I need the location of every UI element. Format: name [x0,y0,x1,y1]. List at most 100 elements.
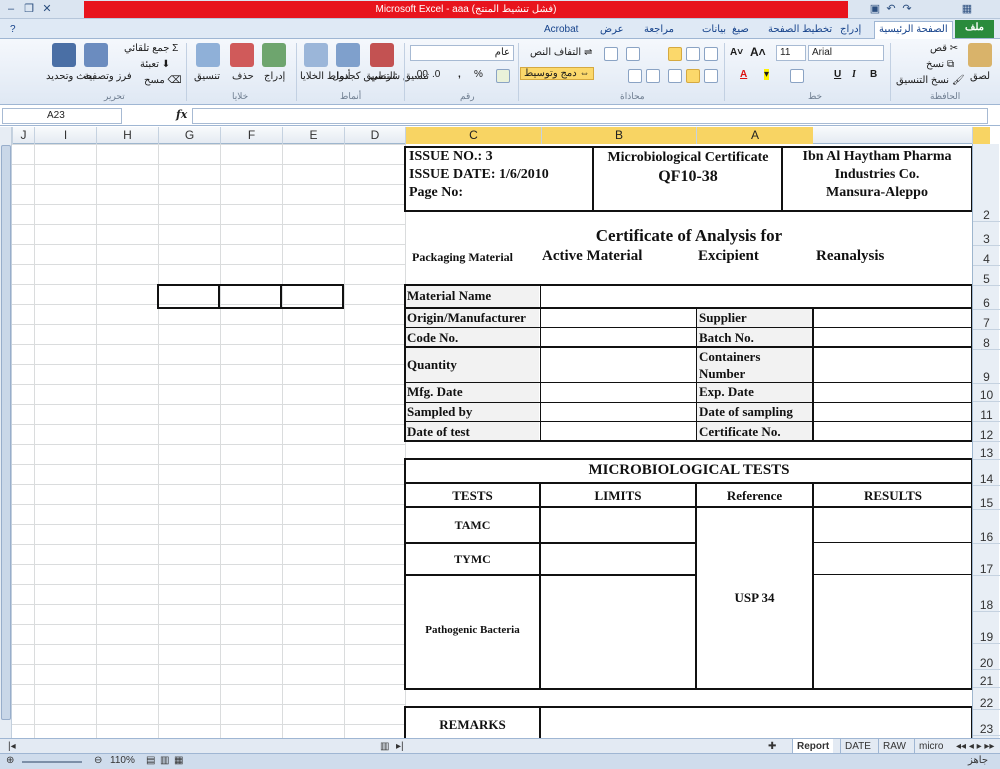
vertical-scrollbar[interactable] [0,127,12,738]
bold-button[interactable]: B [870,69,877,80]
column-header-i[interactable]: I [34,127,96,144]
tab-page-layout[interactable]: تخطيط الصفحة [764,22,836,38]
format-cells-button[interactable]: تنسيق [194,71,220,82]
save-icon[interactable]: ▣ [868,2,882,16]
align-left-icon[interactable] [668,69,682,83]
new-sheet-icon[interactable]: ✚ [764,739,780,754]
clear-button[interactable]: مسح ⌫ [144,75,182,86]
zoom-level[interactable]: 110% [110,755,135,766]
cell-format-icon[interactable] [196,43,220,67]
fx-icon[interactable]: fx [176,108,187,121]
empty-bordered-range[interactable] [157,284,344,309]
row-header-7[interactable]: 7 [973,310,1000,330]
name-box[interactable]: A23 [2,108,122,124]
formula-input[interactable] [192,108,988,124]
format-painter-button[interactable]: نسخ التنسيق 🖌 [896,75,965,86]
autosum-button[interactable]: جمع تلقائي Σ [124,43,178,54]
hscroll-thumb-icon[interactable]: ▥ [376,739,393,754]
column-header-c[interactable]: C [405,127,541,144]
sheet-tab-raw[interactable]: RAW [878,739,910,754]
binoculars-icon[interactable] [52,43,76,67]
column-header-g[interactable]: G [158,127,220,144]
column-header-d[interactable]: D [344,127,405,144]
minimize-icon[interactable]: – [4,2,18,16]
tab-acrobat[interactable]: Acrobat [540,22,582,38]
column-header-a[interactable]: A [696,127,813,144]
restore-icon[interactable]: ❐ [22,2,36,16]
fill-color-icon[interactable]: ▾ [764,69,770,80]
redo-icon[interactable]: ↷ [900,2,914,16]
hscroll-right-icon[interactable]: ▸| [392,739,408,754]
tab-data[interactable]: بيانات [698,22,730,38]
tab-view[interactable]: عرض [596,22,628,38]
cut-button[interactable]: قص ✂ [930,43,958,54]
align-top-icon[interactable] [668,47,682,61]
increase-decimal-icon[interactable]: .0 [432,69,440,80]
row-header-17[interactable]: 17 [973,544,1000,576]
row-header-21[interactable]: 21 [973,670,1000,688]
text-direction-icon[interactable] [604,47,618,61]
column-header-b[interactable]: B [541,127,696,144]
row-header-22[interactable]: 22 [973,688,1000,710]
column-header-f[interactable]: F [220,127,282,144]
row-header-14[interactable]: 14 [973,460,1000,486]
delete-cells-icon[interactable] [230,43,254,67]
zoom-out-icon[interactable]: ⊖ [94,755,102,766]
row-header-5[interactable]: 5 [973,266,1000,286]
row-header-19[interactable]: 19 [973,612,1000,644]
conditional-format-icon[interactable] [370,43,394,67]
wrap-text-button[interactable]: التفاف النص ⇌ [530,47,592,58]
font-size-select[interactable]: 11 [776,45,806,61]
merge-center-button[interactable]: دمج وتوسيط ⇔ [520,67,594,80]
tab-review[interactable]: مراجعة [640,22,678,38]
shrink-font-icon[interactable]: A˅ [730,47,743,58]
page-break-view-icon[interactable]: ▤ [146,755,155,766]
sheet-tab-date[interactable]: DATE [840,739,875,754]
sheet-tab-micro[interactable]: micro [914,739,947,754]
format-as-table-icon[interactable] [336,43,360,67]
column-header-j[interactable]: J [12,127,34,144]
percent-style-button[interactable]: % [474,69,483,80]
row-header-8[interactable]: 8 [973,330,1000,350]
italic-button[interactable]: I [852,69,856,80]
undo-icon[interactable]: ↶ [884,2,898,16]
orientation-icon[interactable] [626,47,640,61]
align-bottom-icon[interactable] [704,47,718,61]
column-header-h[interactable]: H [96,127,158,144]
insert-cells-icon[interactable] [262,43,286,67]
number-format-select[interactable]: عام [410,45,514,61]
font-color-icon[interactable]: A [740,69,747,80]
comma-style-button[interactable]: , [458,69,461,80]
row-header-3[interactable]: 3 [973,222,1000,246]
worksheet-grid[interactable]: ISSUE NO.: 3 ISSUE DATE: 1/6/2010 Page N… [12,144,972,738]
sort-az-icon[interactable] [84,43,108,67]
sheet-tab-report[interactable]: Report [792,739,834,754]
row-header-4[interactable]: 4 [973,246,1000,266]
copy-button[interactable]: نسخ ⧉ [926,59,954,70]
row-header-20[interactable]: 20 [973,644,1000,670]
column-header-e[interactable]: E [282,127,344,144]
row-header-6[interactable]: 6 [973,286,1000,310]
paste-button[interactable]: لصق [970,71,990,82]
decrease-decimal-icon[interactable]: .00 [414,69,428,80]
row-header-23[interactable]: 23 [973,710,1000,736]
font-name-select[interactable]: Arial [808,45,884,61]
fill-button[interactable]: تعبئة ⬇ [140,59,170,70]
tab-home[interactable]: الصفحة الرئيسية [874,21,953,39]
align-right-icon[interactable] [704,69,718,83]
sheet-nav-icon[interactable]: ◂◂ ◂ ▸ ▸▸ [952,739,998,754]
underline-button[interactable]: U [834,69,841,80]
borders-icon[interactable] [790,69,804,83]
zoom-in-icon[interactable]: ⊕ [6,755,14,766]
zoom-slider[interactable] [22,761,82,763]
normal-view-icon[interactable]: ▦ [174,755,183,766]
align-middle-icon[interactable] [686,47,700,61]
row-header-12[interactable]: 12 [973,422,1000,442]
row-header-16[interactable]: 16 [973,510,1000,544]
paste-icon[interactable] [968,43,992,67]
row-header-15[interactable]: 15 [973,486,1000,510]
row-header-10[interactable]: 10 [973,384,1000,402]
tab-formulas[interactable]: صيغ [728,22,753,38]
delete-button[interactable]: حذف [232,71,254,82]
row-header-18[interactable]: 18 [973,576,1000,612]
